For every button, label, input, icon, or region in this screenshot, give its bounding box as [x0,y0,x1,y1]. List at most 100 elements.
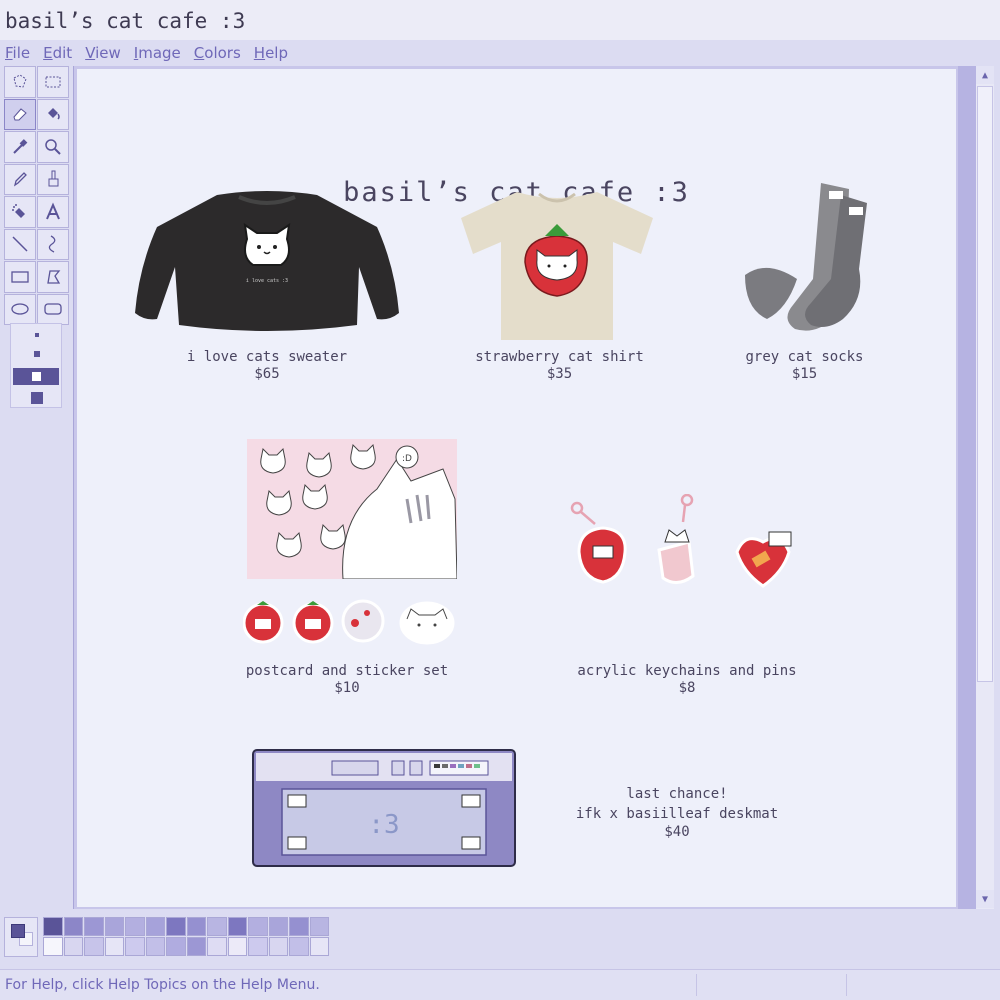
palette-swatch[interactable] [63,937,83,956]
palette-swatch[interactable] [104,937,124,956]
status-cell-position [696,974,846,996]
product-note: last chance! [626,786,728,802]
menu-help[interactable]: Help [254,44,288,62]
palette-swatch[interactable] [166,937,186,956]
color-picker-tool[interactable] [4,131,36,163]
scroll-up-arrow-icon[interactable]: ▲ [976,66,994,84]
polygon-tool[interactable] [37,261,69,293]
palette-swatch[interactable] [227,917,247,936]
magnifier-tool[interactable] [37,131,69,163]
line-tool[interactable] [4,228,36,260]
menu-edit[interactable]: Edit [43,44,72,62]
status-cell-size [846,974,1000,996]
product-name: i love cats sweater [186,349,348,365]
magnifier-icon [45,139,61,155]
brush-tool[interactable] [37,163,69,195]
palette-swatch[interactable] [104,917,124,936]
toolbox [4,66,70,325]
brush-size-4[interactable] [31,392,43,404]
rectangle-tool[interactable] [4,261,36,293]
palette-swatch[interactable] [309,937,329,956]
palette-swatch[interactable] [289,937,309,956]
product-keychains[interactable]: acrylic keychains and pins $8 [567,663,807,697]
scrollbar-gutter [958,66,976,909]
menu-file[interactable]: File [5,44,30,62]
palette-swatch[interactable] [186,917,206,936]
palette-swatch[interactable] [186,937,206,956]
palette-swatch[interactable] [268,917,288,936]
palette-swatch[interactable] [248,917,268,936]
eyedropper-icon [13,138,28,154]
brush-size-1[interactable] [35,333,39,337]
rect-select-tool[interactable] [37,66,69,98]
product-name: ifk x basiilleaf deskmat [575,806,779,822]
brush-size-options[interactable] [10,323,62,408]
brush-icon [48,170,59,187]
eraser-tool[interactable] [4,98,36,130]
rounded-rectangle-tool[interactable] [37,293,69,325]
product-price: $35 [546,366,573,382]
palette-swatch[interactable] [166,917,186,936]
palette-swatch[interactable] [84,917,104,936]
pencil-tool[interactable] [4,163,36,195]
shirt-image[interactable] [457,184,657,344]
airbrush-tool[interactable] [4,196,36,228]
palette-swatch[interactable] [289,917,309,936]
product-deskmat[interactable]: last chance! ifk x basiilleaf deskmat $4… [547,784,807,841]
palette-swatch[interactable] [207,917,227,936]
palette-swatch[interactable] [125,937,145,956]
palette-swatch[interactable] [207,937,227,956]
palette-swatch[interactable] [248,937,268,956]
text-tool[interactable] [37,196,69,228]
fill-bucket-tool[interactable] [37,98,69,130]
foreground-color-swatch[interactable] [11,924,25,938]
scroll-thumb[interactable] [977,86,993,682]
rect-select-icon [45,76,61,88]
scroll-down-arrow-icon[interactable]: ▼ [976,890,994,908]
ellipse-tool[interactable] [4,293,36,325]
palette-swatch[interactable] [145,937,165,956]
product-name: grey cat socks [745,349,864,365]
deskmat-image[interactable]: :3 [252,749,516,867]
palette-swatches [43,917,329,956]
palette-swatch[interactable] [63,917,83,936]
palette-swatch[interactable] [43,917,63,936]
canvas-area: basil’s cat cafe :3 i love cats :3 i lov… [73,66,958,909]
pencil-icon [13,172,27,187]
free-select-icon [13,74,27,88]
palette-swatch[interactable] [268,937,288,956]
menu-bar: File Edit View Image Colors Help [0,40,1000,66]
vertical-scrollbar[interactable]: ▲ ▼ [958,66,1000,909]
brush-size-2[interactable] [34,351,40,357]
menu-image[interactable]: Image [134,44,181,62]
menu-view[interactable]: View [85,44,121,62]
ellipse-icon [11,303,29,315]
drawing-canvas[interactable]: basil’s cat cafe :3 i love cats :3 i lov… [77,69,956,907]
palette-swatch[interactable] [84,937,104,956]
product-sweater[interactable]: i love cats sweater $65 [167,349,367,383]
palette-swatch[interactable] [145,917,165,936]
product-name: strawberry cat shirt [475,349,644,365]
palette-swatch[interactable] [43,937,63,956]
keychains-image[interactable] [567,494,807,594]
product-price: $10 [334,680,360,696]
status-message: For Help, click Help Topics on the Help … [5,977,320,993]
postcard-bubble-text: :D [402,454,412,464]
palette-swatch[interactable] [227,937,247,956]
deskmat-text: :3 [368,810,399,840]
rounded-rectangle-icon [44,303,62,315]
sweater-image[interactable]: i love cats :3 [127,187,407,337]
curve-tool[interactable] [37,228,69,260]
socks-image[interactable] [737,179,887,339]
product-price: $40 [664,824,690,840]
product-postcard-set[interactable]: postcard and sticker set $10 [237,663,457,697]
product-socks[interactable]: grey cat socks $15 [722,349,887,383]
menu-colors[interactable]: Colors [194,44,241,62]
palette-swatch[interactable] [125,917,145,936]
product-shirt[interactable]: strawberry cat shirt $35 [457,349,662,383]
palette-swatch[interactable] [309,917,329,936]
free-select-tool[interactable] [4,66,36,98]
postcard-image[interactable]: :D [247,439,457,579]
brush-size-3 [32,372,41,381]
stickers-image[interactable] [243,599,461,649]
